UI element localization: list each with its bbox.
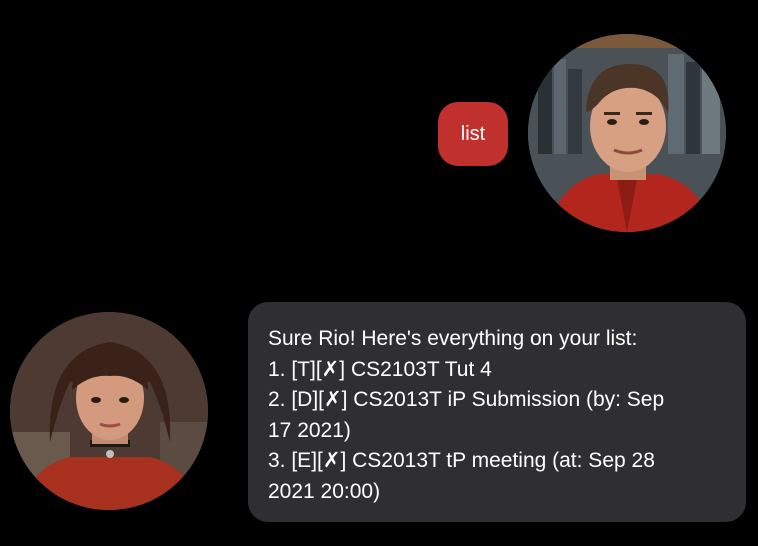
bot-message-line: 17 2021) [268,418,351,442]
bot-avatar [10,312,208,510]
user-message-text: list [460,122,486,145]
user-message-bubble: list [438,102,508,166]
bot-avatar-image [10,312,208,510]
bot-message-line: 2021 20:00) [268,479,381,503]
bot-message-line: 2. [D][✗] CS2013T iP Submission (by: Sep [268,388,665,411]
bot-message-line: Sure Rio! Here's everything on your list… [268,327,638,350]
bot-message-line: 3. [E][✗] CS2013T tP meeting (at: Sep 28 [268,449,655,472]
user-avatar-image [528,34,726,232]
bot-message-bubble: Sure Rio! Here's everything on your list… [248,302,746,522]
bot-message-line: 1. [T][✗] CS2103T Tut 4 [268,357,492,381]
user-avatar [528,34,726,232]
chat-window: list Sure Rio! Here's everything on your… [0,0,758,546]
